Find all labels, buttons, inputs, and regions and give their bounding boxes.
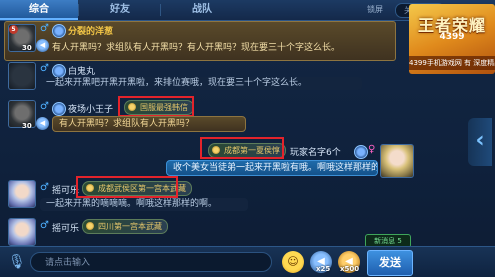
microphone-icon[interactable]: 🎙 <box>8 253 26 271</box>
rank-icon <box>354 145 368 159</box>
emoji-icon[interactable]: ☺ <box>282 251 304 273</box>
chat-message-list: 5 ♂ 分裂的洋葱 30 ◀ 有人开黑吗？求组队有人开黑吗？有人开黑吗？现在要三… <box>0 20 452 246</box>
rank-icon <box>52 102 66 116</box>
horn-badge-count: 30 <box>22 44 32 52</box>
tab-friends[interactable]: 好友 <box>80 0 160 20</box>
tab-divider <box>160 4 161 16</box>
lock-screen-label: 锁屏 <box>367 5 383 14</box>
avatar[interactable] <box>8 218 36 246</box>
player-name[interactable]: 白鬼丸 <box>68 64 95 77</box>
team-name[interactable]: 分裂的洋葱 <box>68 24 113 37</box>
male-icon: ♂ <box>40 23 49 34</box>
player-name[interactable]: 夜场小王子 <box>68 102 113 115</box>
message-text: 一起来开黑的嘀嘀嘀。啊哦这样那样的啊。 <box>46 199 218 209</box>
highlight-box <box>118 96 194 117</box>
tab-divider <box>78 4 79 16</box>
rank-icon <box>52 24 66 38</box>
male-icon: ♂ <box>40 182 49 193</box>
send-button[interactable]: 发送 <box>367 250 413 276</box>
message-text: 收个美女当徒弟一起来开黑啦有哦。啊哦这样那样的啊。 <box>173 163 378 173</box>
title-badge: 四川第一宫本武藏 <box>82 219 168 234</box>
level-badge: 5 <box>9 25 18 34</box>
male-icon: ♂ <box>40 63 49 74</box>
highlight-box <box>200 137 284 159</box>
rank-icon <box>52 64 66 78</box>
horn-badge-count: 30 <box>22 122 32 130</box>
avatar[interactable] <box>8 180 36 208</box>
input-bar: 🎙 请点击输入 ☺ ◀ x25 ◀ x500 发送 <box>0 246 495 277</box>
male-icon: ♂ <box>40 220 49 231</box>
message-text: 有人开黑吗？求组队有人开黑吗？有人开黑吗？现在要三十个字这么长。 <box>52 43 341 53</box>
small-horn-count: x25 <box>316 265 331 273</box>
chat-window: 综合 好友 战队 锁屏 关 开 王者荣耀 4399 4399手机游戏网 有 深度… <box>0 0 495 277</box>
chat-input[interactable]: 请点击输入 <box>30 252 272 272</box>
highlight-box <box>76 176 178 198</box>
message-bubble: 一起来开黑的嘀嘀嘀。啊哦这样那样的啊。 <box>40 198 248 211</box>
male-icon: ♂ <box>40 101 49 112</box>
avatar[interactable] <box>8 62 36 90</box>
message-text: 有人开黑吗？求组队有人开黑吗？ <box>59 119 195 129</box>
tab-team[interactable]: 战队 <box>162 0 242 20</box>
collapse-arrow-icon[interactable]: ‹ <box>468 118 492 166</box>
big-horn-count: x500 <box>340 265 360 273</box>
message-bubble: 有人开黑吗？求组队有人开黑吗？ <box>52 116 246 132</box>
female-icon: ♀ <box>368 144 376 155</box>
player-name[interactable]: 摇可乐 <box>52 221 79 234</box>
speaker-icon: ◀ <box>36 117 49 130</box>
avatar[interactable] <box>380 144 414 178</box>
tab-general[interactable]: 综合 <box>0 0 78 20</box>
player-name[interactable]: 摇可乐 <box>52 183 79 196</box>
message-text: 一起来开黑吧开黑开黑啦，来排位赛哦，现在要三十个字这么长。 <box>46 78 308 88</box>
message-bubble: 收个美女当徒弟一起来开黑啦有哦。啊哦这样那样的啊。 <box>166 160 378 176</box>
player-name[interactable]: 玩家名字6个 <box>290 145 341 158</box>
speaker-icon: ◀ <box>36 39 49 52</box>
message-bubble: 一起来开黑吧开黑开黑啦，来排位赛哦，现在要三十个字这么长。 <box>40 77 362 90</box>
